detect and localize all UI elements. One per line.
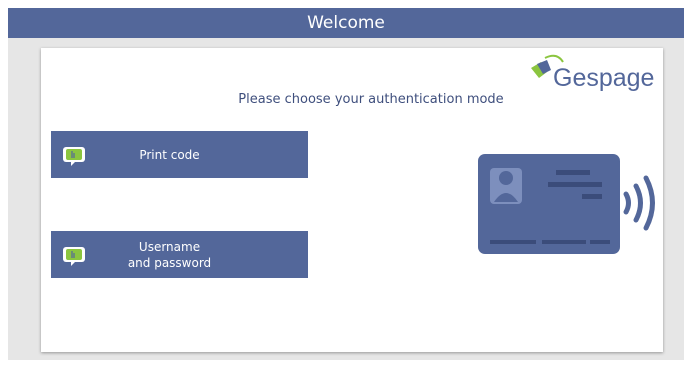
- username-password-button[interactable]: Username and password: [51, 231, 308, 278]
- page-title: Welcome: [307, 13, 385, 33]
- print-code-label: Print code: [139, 147, 200, 162]
- auth-mode-prompt: Please choose your authentication mode: [238, 92, 504, 107]
- title-bar: Welcome: [8, 8, 684, 38]
- touch-screen-icon: [63, 147, 85, 166]
- password-label: and password: [127, 255, 212, 270]
- print-code-button[interactable]: Print code: [51, 131, 308, 178]
- contactless-card-icon: [478, 154, 655, 254]
- touch-screen-icon: [63, 247, 85, 266]
- authentication-panel: Gespage Please choose your authenticatio…: [41, 48, 663, 352]
- username-label: Username: [138, 239, 201, 254]
- gespage-logo: Gespage: [531, 54, 654, 92]
- svg-text:Gespage: Gespage: [553, 64, 654, 92]
